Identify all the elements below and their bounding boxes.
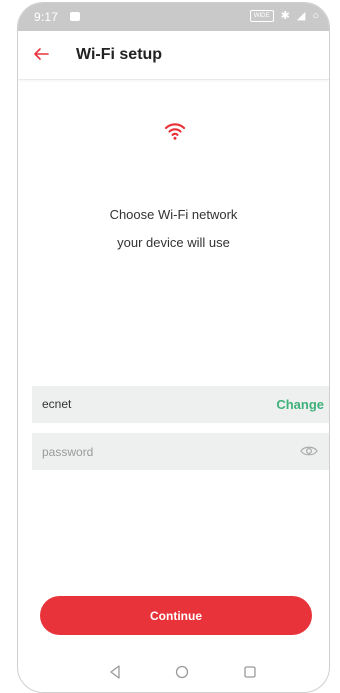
password-field: [32, 433, 329, 470]
notification-icon: [70, 12, 80, 21]
battery-icon: ○: [312, 10, 319, 22]
instruction-line-2: your device will use: [117, 235, 230, 250]
wifi-icon: [164, 123, 186, 140]
instruction-line-1: Choose Wi-Fi network: [109, 207, 238, 222]
status-bar: 9:17 WIDE ✱ ◢ ○: [18, 3, 329, 31]
eye-icon[interactable]: [300, 444, 318, 458]
phone-frame: 9:17 WIDE ✱ ◢ ○ Wi-Fi setup Choose Wi-Fi…: [17, 2, 330, 693]
nav-home-icon[interactable]: [174, 664, 190, 680]
nav-recents-icon[interactable]: [242, 664, 258, 680]
page-title: Wi-Fi setup: [76, 46, 163, 63]
signal-icon: ◢: [296, 10, 306, 22]
mute-icon: ✱: [280, 10, 290, 22]
app-header: Wi-Fi setup: [18, 31, 329, 80]
network-name: ecnet: [42, 397, 72, 411]
continue-button[interactable]: Continue: [40, 596, 312, 635]
system-nav-bar: [18, 653, 329, 689]
status-time: 9:17: [34, 10, 59, 24]
status-icons: WIDE ✱ ◢ ○: [249, 9, 319, 23]
password-input[interactable]: [42, 443, 272, 461]
change-network-link[interactable]: Change: [276, 397, 324, 412]
wide-badge-icon: WIDE: [249, 10, 274, 22]
nav-back-icon[interactable]: [107, 664, 123, 680]
back-arrow-icon[interactable]: [32, 45, 50, 63]
network-field: ecnet Change: [32, 386, 329, 423]
